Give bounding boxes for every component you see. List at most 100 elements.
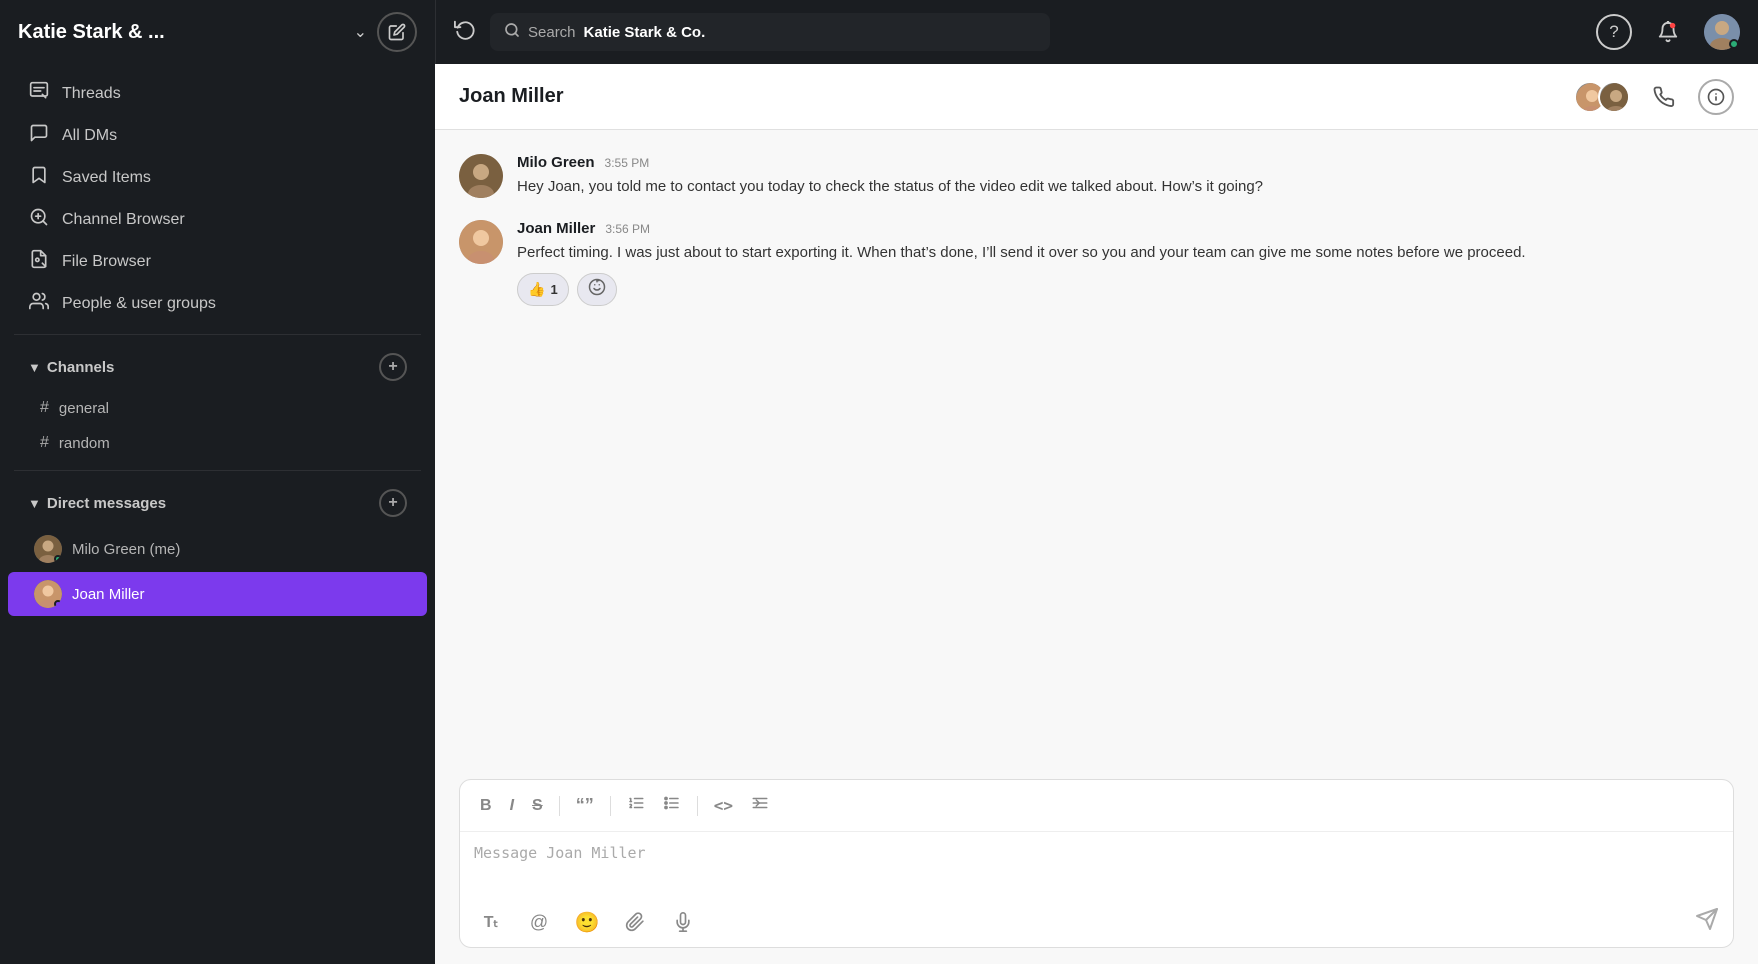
user-status-indicator bbox=[1729, 39, 1739, 49]
add-dm-button[interactable]: + bbox=[379, 489, 407, 517]
workspace-title: Katie Stark & ... bbox=[18, 21, 344, 44]
history-button[interactable] bbox=[454, 18, 476, 46]
notifications-button[interactable] bbox=[1650, 14, 1686, 50]
chat-header-actions bbox=[1574, 79, 1734, 115]
user-avatar[interactable] bbox=[1704, 14, 1740, 50]
ordered-list-button[interactable] bbox=[621, 790, 651, 821]
saved-icon bbox=[28, 165, 50, 190]
search-label: Search bbox=[528, 24, 576, 41]
section-divider-1 bbox=[14, 334, 421, 335]
help-button[interactable]: ? bbox=[1596, 14, 1632, 50]
chat-title: Joan Miller bbox=[459, 85, 1574, 108]
milo-avatar bbox=[34, 535, 62, 563]
compose-button[interactable] bbox=[377, 12, 417, 52]
message-2-time: 3:56 PM bbox=[605, 222, 650, 236]
sidebar: Threads All DMs Saved Items Channel Brow… bbox=[0, 64, 435, 964]
participants-avatars bbox=[1574, 81, 1630, 113]
chat-area: Joan Miller bbox=[435, 64, 1758, 964]
file-browser-label: File Browser bbox=[62, 253, 151, 271]
attach-button[interactable] bbox=[618, 905, 652, 939]
header-actions: ? bbox=[1596, 14, 1740, 50]
joan-avatar bbox=[34, 580, 62, 608]
toolbar-divider-3 bbox=[697, 796, 698, 816]
message-input-area: B I S “” <> Tₜ @ bbox=[459, 779, 1734, 948]
channel-browser-icon bbox=[28, 207, 50, 232]
audio-button[interactable] bbox=[666, 905, 700, 939]
thumbs-up-reaction[interactable]: 👍 1 bbox=[517, 273, 569, 306]
sidebar-header: Katie Stark & ... ⌄ bbox=[0, 0, 435, 64]
section-divider-2 bbox=[14, 470, 421, 471]
sidebar-item-channel-browser[interactable]: Channel Browser bbox=[8, 199, 427, 240]
indent-button[interactable] bbox=[745, 790, 775, 821]
sidebar-item-file-browser[interactable]: File Browser bbox=[8, 241, 427, 282]
message-2-avatar bbox=[459, 220, 503, 264]
joan-name: Joan Miller bbox=[72, 586, 145, 603]
threads-label: Threads bbox=[62, 85, 121, 103]
sidebar-item-saved[interactable]: Saved Items bbox=[8, 157, 427, 198]
main-header: Search Katie Stark & Co. ? bbox=[435, 0, 1758, 64]
code-button[interactable]: <> bbox=[708, 792, 739, 819]
participant-avatar-milo bbox=[1598, 81, 1630, 113]
add-reaction-button[interactable] bbox=[577, 273, 617, 306]
input-bottom-toolbar: Tₜ @ 🙂 bbox=[460, 897, 1733, 947]
message-1-time: 3:55 PM bbox=[605, 156, 650, 170]
channel-general-label: general bbox=[59, 400, 109, 417]
sidebar-item-threads[interactable]: Threads bbox=[8, 73, 427, 114]
info-button[interactable] bbox=[1698, 79, 1734, 115]
search-icon bbox=[504, 22, 520, 43]
bold-button[interactable]: B bbox=[474, 793, 498, 819]
send-button[interactable] bbox=[1695, 907, 1719, 937]
sidebar-item-people[interactable]: People & user groups bbox=[8, 283, 427, 324]
milo-name: Milo Green (me) bbox=[72, 541, 180, 558]
all-dms-icon bbox=[28, 123, 50, 148]
workspace-chevron-icon[interactable]: ⌄ bbox=[354, 22, 367, 42]
hash-icon: # bbox=[40, 434, 49, 452]
messages-area: Milo Green 3:55 PM Hey Joan, you told me… bbox=[435, 130, 1758, 763]
toolbar-divider-1 bbox=[559, 796, 560, 816]
toolbar-divider-2 bbox=[610, 796, 611, 816]
thumbs-up-count: 1 bbox=[550, 282, 557, 297]
dm-item-joan[interactable]: Joan Miller bbox=[8, 572, 427, 616]
message-input[interactable] bbox=[460, 832, 1733, 892]
message-2-header: Joan Miller 3:56 PM bbox=[517, 220, 1734, 237]
dm-section-title: Direct messages bbox=[47, 495, 379, 512]
strikethrough-button[interactable]: S bbox=[526, 793, 549, 819]
sidebar-nav: Threads All DMs Saved Items Channel Brow… bbox=[0, 64, 435, 625]
text-format-button[interactable]: Tₜ bbox=[474, 905, 508, 939]
channels-chevron-icon: ▼ bbox=[28, 360, 41, 375]
channel-item-random[interactable]: # random bbox=[8, 426, 427, 460]
file-browser-icon bbox=[28, 249, 50, 274]
add-channel-button[interactable]: + bbox=[379, 353, 407, 381]
joan-status-icon bbox=[54, 600, 62, 608]
emoji-button[interactable]: 🙂 bbox=[570, 905, 604, 939]
message-2-body: Joan Miller 3:56 PM Perfect timing. I wa… bbox=[517, 220, 1734, 305]
message-1-header: Milo Green 3:55 PM bbox=[517, 154, 1734, 171]
italic-button[interactable]: I bbox=[504, 793, 520, 819]
channels-section-header[interactable]: ▼ Channels + bbox=[8, 345, 427, 389]
message-1-body: Milo Green 3:55 PM Hey Joan, you told me… bbox=[517, 154, 1734, 198]
all-dms-label: All DMs bbox=[62, 127, 117, 145]
search-bar[interactable]: Search Katie Stark & Co. bbox=[490, 13, 1050, 51]
sidebar-item-all-dms[interactable]: All DMs bbox=[8, 115, 427, 156]
channels-section-title: Channels bbox=[47, 359, 379, 376]
dm-chevron-icon: ▼ bbox=[28, 496, 41, 511]
message-2-text: Perfect timing. I was just about to star… bbox=[517, 241, 1734, 264]
blockquote-button[interactable]: “” bbox=[570, 791, 600, 820]
milo-status-icon bbox=[54, 555, 62, 563]
channel-item-general[interactable]: # general bbox=[8, 391, 427, 425]
call-button[interactable] bbox=[1646, 79, 1682, 115]
mention-button[interactable]: @ bbox=[522, 905, 556, 939]
dm-item-milo[interactable]: Milo Green (me) bbox=[8, 527, 427, 571]
message-1-text: Hey Joan, you told me to contact you tod… bbox=[517, 175, 1734, 198]
message-1-avatar bbox=[459, 154, 503, 198]
bullet-list-button[interactable] bbox=[657, 790, 687, 821]
dm-section-header[interactable]: ▼ Direct messages + bbox=[8, 481, 427, 525]
message-1: Milo Green 3:55 PM Hey Joan, you told me… bbox=[459, 154, 1734, 198]
hash-icon: # bbox=[40, 399, 49, 417]
people-icon bbox=[28, 291, 50, 316]
thumbs-up-emoji: 👍 bbox=[528, 281, 545, 298]
message-2-reactions: 👍 1 bbox=[517, 273, 1734, 306]
channel-random-label: random bbox=[59, 435, 110, 452]
message-1-author: Milo Green bbox=[517, 154, 595, 171]
channel-browser-label: Channel Browser bbox=[62, 211, 185, 229]
